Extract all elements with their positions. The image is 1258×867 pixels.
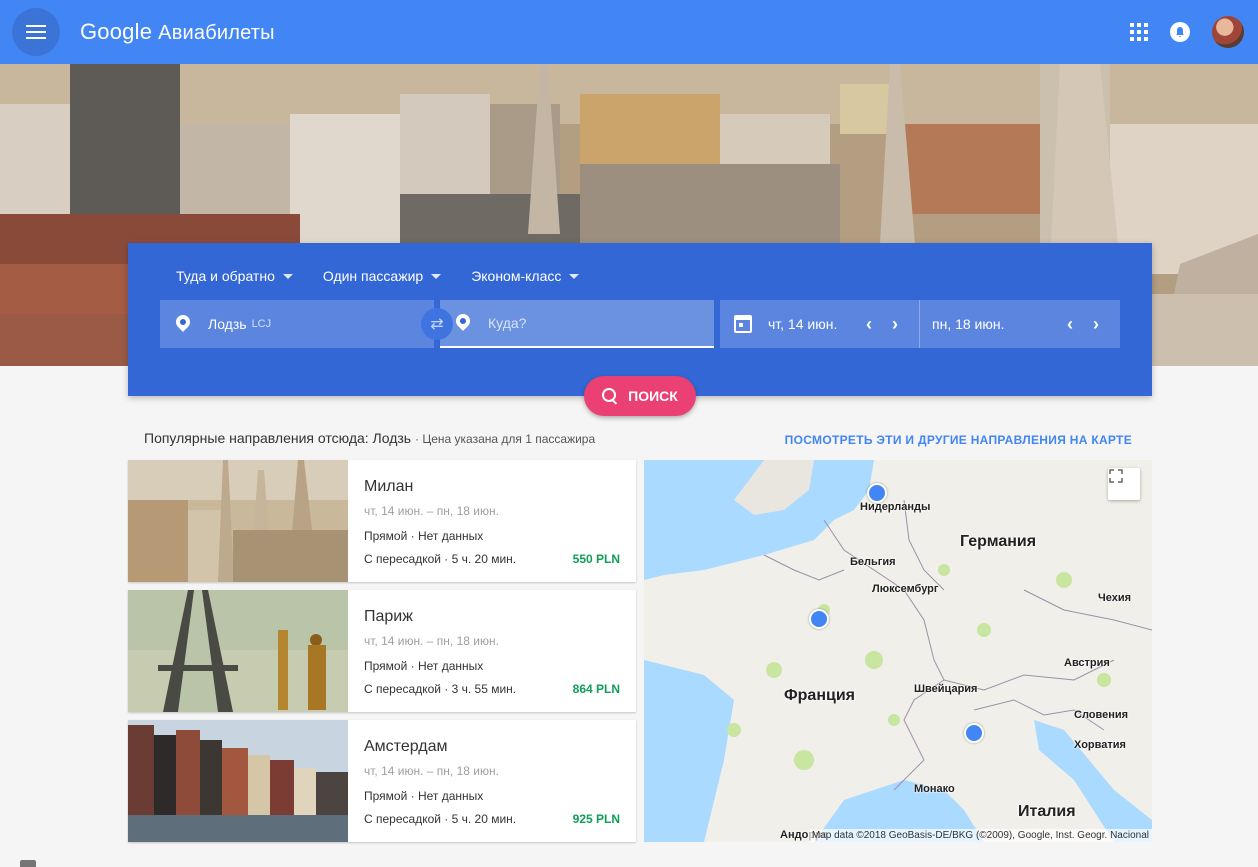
avatar[interactable] xyxy=(1212,16,1244,48)
product-name: Авиабилеты xyxy=(158,22,275,44)
map-label-belgium: Бельгия xyxy=(850,556,896,568)
chevron-right-icon[interactable]: › xyxy=(883,312,907,336)
brand-name: Google xyxy=(80,19,153,44)
search-button-label: ПОИСК xyxy=(628,388,678,404)
fullscreen-icon[interactable] xyxy=(1108,468,1140,500)
map-label-monaco: Монако xyxy=(914,783,955,795)
passengers-dropdown[interactable]: Один пассажир xyxy=(322,268,442,284)
destination-connection: С пересадкой · 5 ч. 20 мин. xyxy=(364,552,517,566)
destinations-map[interactable]: Нидерланды Германия Бельгия Люксембург Ч… xyxy=(644,460,1152,842)
popular-title: Популярные направления отсюда: Лодзь xyxy=(144,430,412,446)
popular-heading: Популярные направления отсюда: Лодзь · Ц… xyxy=(144,430,595,446)
map-pin-paris[interactable] xyxy=(809,609,829,629)
app-bar: Google Авиабилеты xyxy=(0,0,1258,64)
destination-city: Париж xyxy=(364,608,413,625)
map-label-netherlands: Нидерланды xyxy=(860,501,931,513)
caret-down-icon xyxy=(569,273,580,279)
swap-icon[interactable]: ⇄ xyxy=(421,308,453,340)
return-date: пн, 18 июн. xyxy=(932,316,1005,332)
destination-city: Амстердам xyxy=(364,738,448,755)
destination-dates: чт, 14 июн. – пн, 18 июн. xyxy=(364,764,499,778)
bell-icon[interactable] xyxy=(1170,22,1190,42)
map-label-czechia: Чехия xyxy=(1098,592,1131,604)
destination-city: Милан xyxy=(364,478,414,495)
caret-down-icon xyxy=(282,273,293,279)
cabin-class-label: Эконом-класс xyxy=(471,268,562,284)
chevron-left-icon[interactable]: ‹ xyxy=(857,312,881,336)
origin-field[interactable]: Лодзь LCJ xyxy=(160,300,434,348)
map-label-switzerland: Швейцария xyxy=(914,683,978,695)
feedback-icon[interactable] xyxy=(20,860,36,867)
destination-card-paris[interactable]: Париж чт, 14 июн. – пн, 18 июн. Прямой ·… xyxy=(128,590,636,712)
destination-connection: С пересадкой · 3 ч. 55 мин. xyxy=(364,682,517,696)
destination-image-milan xyxy=(128,460,348,582)
map-label-italy: Италия xyxy=(1018,803,1076,820)
chevron-right-icon[interactable]: › xyxy=(1084,312,1108,336)
depart-date-field[interactable]: чт, 14 июн. ‹ › xyxy=(720,300,920,348)
map-label-slovenia: Словения xyxy=(1074,709,1129,721)
apps-grid-icon[interactable] xyxy=(1130,23,1148,41)
trip-type-label: Туда и обратно xyxy=(176,268,275,284)
destination-dates: чт, 14 июн. – пн, 18 июн. xyxy=(364,634,499,648)
destination-direct: Прямой · Нет данных xyxy=(364,659,484,673)
destination-image-paris xyxy=(128,590,348,712)
map-label-austria: Австрия xyxy=(1064,657,1110,669)
destination-connection: С пересадкой · 5 ч. 20 мин. xyxy=(364,812,517,826)
calendar-icon xyxy=(734,315,752,333)
passengers-label: Один пассажир xyxy=(322,268,424,284)
search-panel: Туда и обратно Один пассажир Эконом-клас… xyxy=(128,243,1152,396)
search-icon xyxy=(602,388,618,404)
origin-code: LCJ xyxy=(251,318,272,330)
destination-price: 864 PLN xyxy=(572,682,620,696)
map-pin-amsterdam[interactable] xyxy=(867,483,887,503)
map-label-germany: Германия xyxy=(960,533,1037,550)
destination-card-milan[interactable]: Милан чт, 14 июн. – пн, 18 июн. Прямой ·… xyxy=(128,460,636,582)
location-pin-icon xyxy=(456,314,470,332)
destination-input[interactable]: Куда? xyxy=(440,300,714,348)
location-pin-icon xyxy=(176,315,190,333)
cabin-class-dropdown[interactable]: Эконом-класс xyxy=(471,268,580,284)
destination-dates: чт, 14 июн. – пн, 18 июн. xyxy=(364,504,499,518)
depart-date: чт, 14 июн. xyxy=(768,316,838,332)
origin-city: Лодзь xyxy=(208,316,247,332)
chevron-left-icon[interactable]: ‹ xyxy=(1058,312,1082,336)
destination-placeholder: Куда? xyxy=(488,315,527,331)
destination-direct: Прямой · Нет данных xyxy=(364,529,484,543)
hamburger-menu-icon[interactable] xyxy=(12,8,60,56)
destination-direct: Прямой · Нет данных xyxy=(364,789,484,803)
map-label-croatia: Хорватия xyxy=(1074,739,1126,751)
popular-subtitle: · Цена указана для 1 пассажира xyxy=(415,432,596,446)
trip-type-dropdown[interactable]: Туда и обратно xyxy=(176,268,293,284)
search-button[interactable]: ПОИСК xyxy=(584,376,696,416)
dates-field: чт, 14 июн. ‹ › пн, 18 июн. ‹ › xyxy=(720,300,1120,348)
view-on-map-link[interactable]: ПОСМОТРЕТЬ ЭТИ И ДРУГИЕ НАПРАВЛЕНИЯ НА К… xyxy=(785,433,1132,447)
destination-image-amsterdam xyxy=(128,720,348,842)
destination-price: 550 PLN xyxy=(572,552,620,566)
destination-card-amsterdam[interactable]: Амстердам чт, 14 июн. – пн, 18 июн. Прям… xyxy=(128,720,636,842)
map-attribution: Map data ©2018 GeoBasis-DE/BKG (©2009), … xyxy=(808,829,1152,842)
caret-down-icon xyxy=(431,273,442,279)
map-label-france: Франция xyxy=(784,687,855,704)
return-date-field[interactable]: пн, 18 июн. ‹ › xyxy=(920,300,1120,348)
map-pin-milan[interactable] xyxy=(964,723,984,743)
map-label-luxembourg: Люксембург xyxy=(872,583,939,595)
destination-price: 925 PLN xyxy=(572,812,620,826)
app-logo[interactable]: Google Авиабилеты xyxy=(80,19,275,45)
